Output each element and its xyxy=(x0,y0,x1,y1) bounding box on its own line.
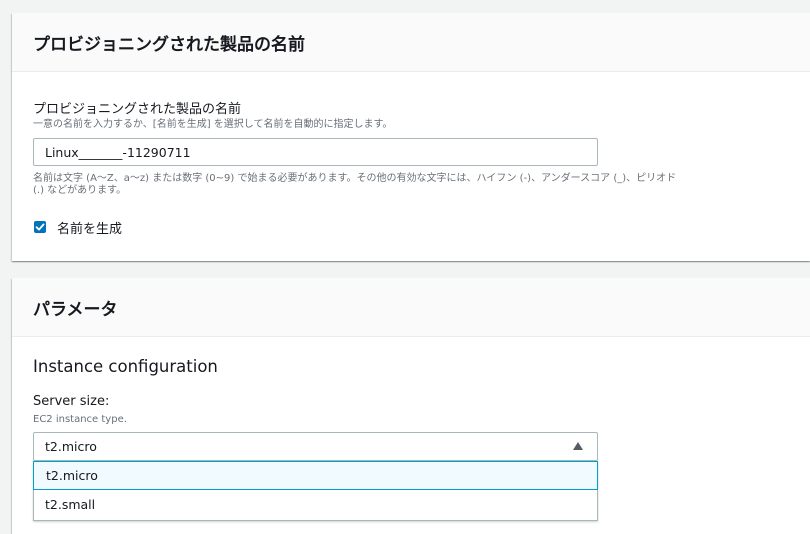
product-name-panel: プロビジョニングされた製品の名前 プロビジョニングされた製品の名前 一意の名前を… xyxy=(12,13,810,261)
product-name-input-value: Linux_______-11290711 xyxy=(45,144,191,160)
server-size-dropdown: t2.micro t2.small xyxy=(33,461,598,521)
parameters-panel-header: パラメータ xyxy=(12,278,810,337)
server-size-option-t2-micro[interactable]: t2.micro xyxy=(33,461,598,490)
server-size-select-value: t2.micro xyxy=(45,439,97,454)
parameters-panel-title: パラメータ xyxy=(33,299,118,320)
checkmark-icon xyxy=(35,223,45,231)
server-size-description: EC2 instance type. xyxy=(33,414,127,425)
product-name-panel-header: プロビジョニングされた製品の名前 xyxy=(12,13,810,72)
product-name-panel-title: プロビジョニングされた製品の名前 xyxy=(33,34,305,55)
server-size-option-t2-small[interactable]: t2.small xyxy=(34,490,597,519)
generate-name-checkbox[interactable] xyxy=(34,221,46,233)
product-name-field-label: プロビジョニングされた製品の名前 xyxy=(33,102,242,117)
server-size-select[interactable]: t2.micro xyxy=(33,432,598,461)
generate-name-label[interactable]: 名前を生成 xyxy=(57,218,122,237)
product-name-constraint-line2: (.) などがあります。 xyxy=(33,185,127,196)
product-name-input[interactable]: Linux_______-11290711 xyxy=(33,138,598,166)
product-name-constraint-line1: 名前は文字 (A〜Z、a〜z) または数字 (0~9) で始まる必要があります。… xyxy=(33,173,677,184)
server-size-label: Server size: xyxy=(33,394,110,409)
parameters-panel: パラメータ Instance configuration Server size… xyxy=(12,278,810,534)
product-name-field-description: 一意の名前を入力するか、[名前を生成] を選択して名前を自動的に指定します。 xyxy=(33,119,393,130)
caret-up-icon[interactable] xyxy=(573,442,583,450)
instance-configuration-heading: Instance configuration xyxy=(33,357,218,376)
